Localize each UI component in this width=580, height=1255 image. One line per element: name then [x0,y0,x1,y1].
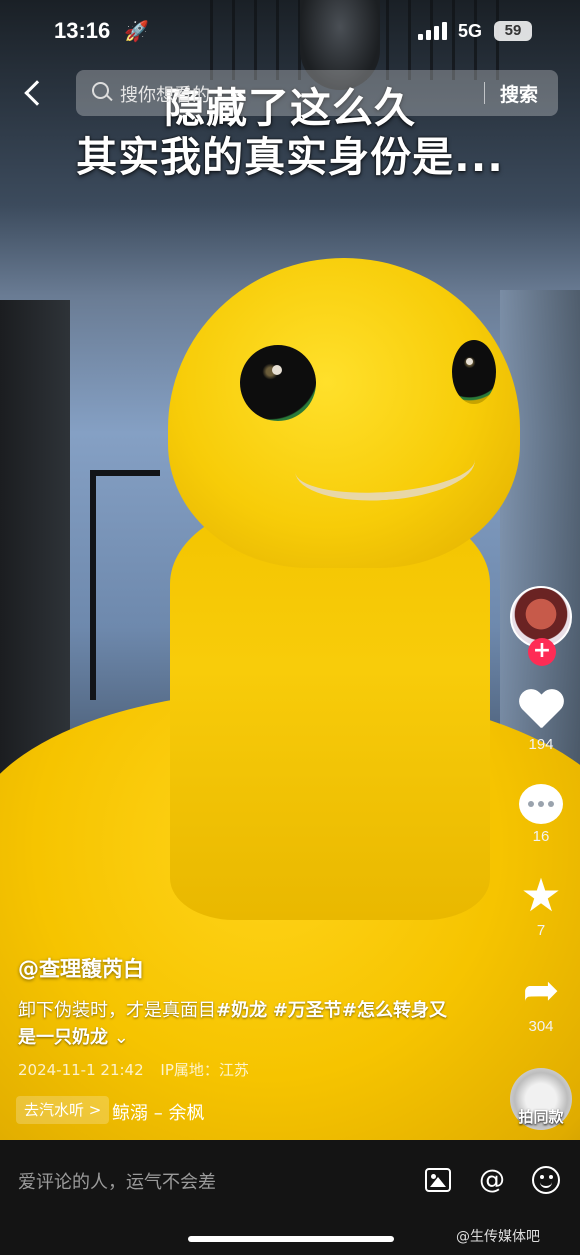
same-style-button[interactable]: 拍同款 [504,1106,578,1127]
search-icon [92,82,109,99]
post-description[interactable]: 卸下伪装时，才是真面目#奶龙 #万圣节#怎么转身又是一只奶龙 ⌄ [18,997,448,1051]
search-divider [484,82,485,104]
battery-icon: 59 [494,21,532,41]
caption-line-2: 其实我的真实身份是... [76,133,504,181]
network-type: 5G [458,21,483,41]
like-button[interactable]: 194 [504,686,578,753]
share-icon: ➦ [522,965,560,1016]
search-bar[interactable]: 搜你想看的 搜索 [76,70,558,116]
expand-icon[interactable]: ⌄ [114,1027,129,1048]
back-button[interactable] [18,78,48,108]
watermark: @生传媒体吧 [456,1229,540,1245]
costume-eye-right [452,340,496,404]
comment-button[interactable]: 16 [504,784,578,845]
hashtag[interactable]: #奶龙 [216,1000,267,1021]
emoji-icon[interactable] [532,1166,560,1194]
comment-icon [519,784,563,824]
heart-icon [518,686,564,732]
status-time: 13:16 [54,18,111,43]
costume-head [168,258,520,568]
listen-button[interactable]: 去汽水听 > [16,1096,110,1124]
share-button[interactable]: ➦ 304 [504,965,578,1036]
favorite-button[interactable]: ★ 7 [504,872,578,939]
description-text: 卸下伪装时，才是真面目 [18,1000,216,1021]
post-date: 2024-11-1 21:42 [18,1061,144,1079]
rocket-icon: 🚀 [124,19,149,43]
post-meta: 2024-11-1 21:42 IP属地：江苏 [18,1059,261,1080]
hashtag[interactable]: #万圣节 [273,1000,342,1021]
star-icon: ★ [520,868,562,922]
search-placeholder: 搜你想看的 [120,85,210,106]
favorite-count: 7 [536,922,546,939]
comment-count: 16 [532,828,550,845]
share-count: 304 [528,1018,554,1035]
like-count: 194 [528,736,554,753]
comment-input[interactable]: 爱评论的人，运气不会差 [18,1168,216,1194]
home-indicator[interactable] [188,1236,394,1242]
image-icon[interactable] [425,1168,451,1192]
costume-eye-left [240,345,316,421]
author-name[interactable]: @查理馥芮白 [18,953,144,983]
song-title[interactable]: 鲸溺 – 余枫 [112,1099,204,1125]
follow-button[interactable]: + [528,638,556,666]
search-button[interactable]: 搜索 [500,80,538,107]
signal-icon [418,22,448,40]
mention-icon[interactable]: @ [477,1165,507,1195]
ip-location: IP属地：江苏 [160,1061,249,1079]
status-bar: 13:16 🚀 5G 59 [0,18,580,52]
comment-bar: 爱评论的人，运气不会差 @ @生传媒体吧 [0,1140,580,1255]
background-frame [90,470,160,700]
